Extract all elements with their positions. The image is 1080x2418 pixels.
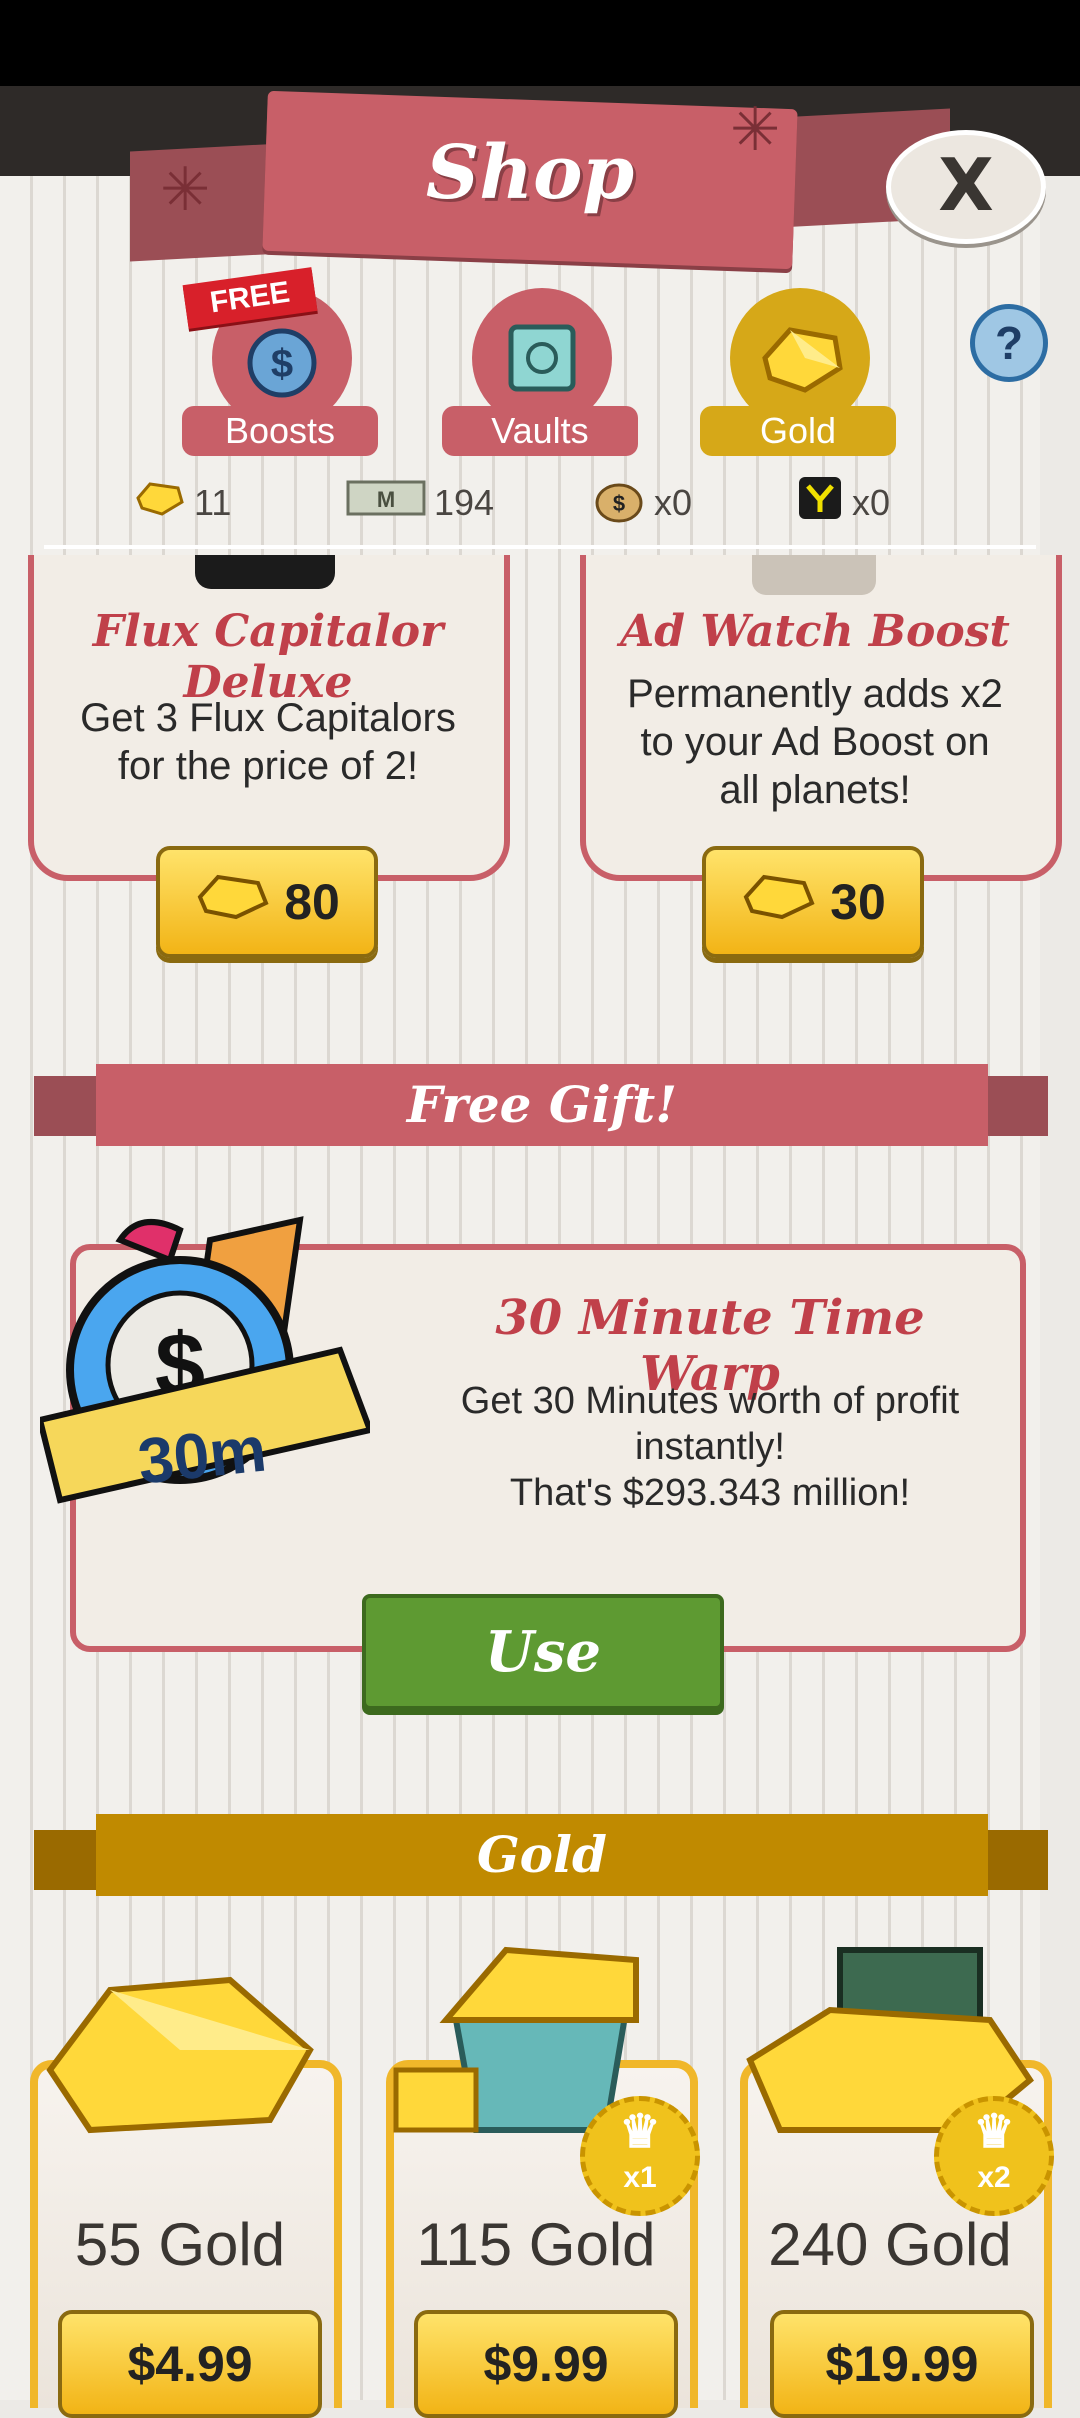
currency-flux: x0 [796,477,891,528]
divider [44,545,1036,549]
use-button[interactable]: Use [362,1594,724,1710]
close-button[interactable]: X [886,130,1046,244]
buy-ad-watch-boost-button[interactable]: 30 [702,846,924,958]
tab-label: Boosts [182,406,378,456]
tab-label: Gold [700,406,896,456]
gold-gem-icon [134,480,186,526]
gold-pack-label: 55 Gold [74,2211,286,2278]
offer-title: Flux Capitalor Deluxe [92,606,444,708]
bonus-badge: ♛ x2 [934,2096,1054,2216]
svg-text:M: M [377,487,395,512]
tv-icon [752,555,876,595]
svg-text:$: $ [271,342,293,386]
currency-value: x0 [852,482,891,523]
flux-capitalor-icon [796,474,844,532]
description-line: That's $293.343 million! [509,1472,911,1514]
manager-icon: ♛ [973,2105,1015,2157]
badge-multiplier: x2 [977,2161,1011,2194]
megabucks-icon: M [346,478,426,528]
gold-gem-icon [194,871,274,933]
currency-money-bags: $ x0 [592,478,692,528]
starburst-icon: ✳ [160,156,211,223]
gold-pack-label: 240 Gold [768,2211,1012,2278]
buy-55-gold-button[interactable]: $4.99 [58,2310,322,2418]
price-value: 30 [830,874,886,930]
buy-flux-capitalor-button[interactable]: 80 [156,846,378,958]
currency-megabucks: M 194 [346,478,494,528]
description-line: instantly! [635,1426,785,1468]
flux-capitalor-icon [195,555,335,589]
manager-icon: ♛ [619,2105,661,2157]
section-title-free-gift: Free Gift! [96,1064,988,1146]
gold-pack-label: 115 Gold [416,2211,656,2278]
bonus-badge: ♛ x1 [580,2096,700,2216]
gold-gem-icon [740,871,820,933]
page-title: Shop [425,130,635,216]
currency-gold: 11 [134,478,231,528]
section-title-gold: Gold [96,1814,988,1896]
time-warp-description: Get 30 Minutes worth of profit instantly… [420,1378,1000,1516]
buy-240-gold-button[interactable]: $19.99 [770,2310,1034,2418]
status-bar [0,0,1080,86]
svg-text:$: $ [613,491,625,516]
tab-label: Vaults [442,406,638,456]
currency-value: 194 [434,482,495,523]
offer-description: Get 3 Flux Capitalors for the price of 2… [80,696,456,788]
currency-value: x0 [654,482,693,523]
badge-multiplier: x1 [623,2161,657,2194]
money-bag-icon: $ [592,473,646,533]
time-warp-badge: 30m [134,1412,270,1498]
price-value: 80 [284,874,340,930]
offer-title: Ad Watch Boost [620,606,1010,657]
currency-value: 11 [194,482,232,523]
tab-gold[interactable]: Gold [700,288,896,458]
help-button[interactable]: ? [970,304,1048,382]
description-line: Get 30 Minutes worth of profit [460,1380,960,1422]
tab-vaults[interactable]: Vaults [442,288,638,458]
gold-pile-icon [30,1950,330,2150]
buy-115-gold-button[interactable]: $9.99 [414,2310,678,2418]
offer-description: Permanently adds x2 to your Ad Boost on … [627,672,1003,812]
